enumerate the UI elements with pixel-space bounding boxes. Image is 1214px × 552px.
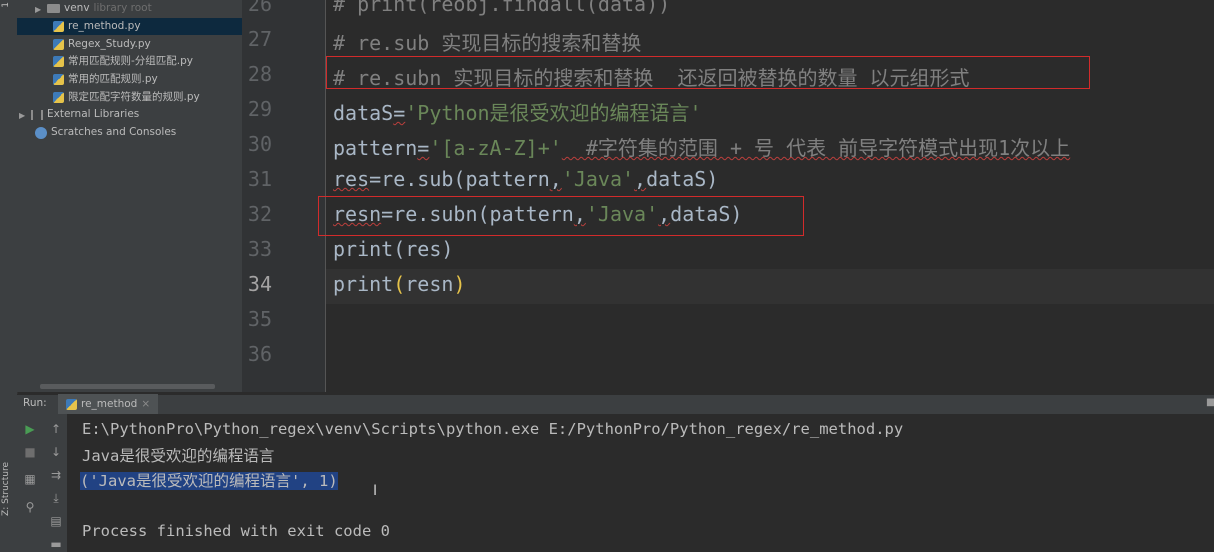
code-line-34: print(resn) bbox=[333, 272, 466, 296]
stop-icon[interactable]: ■ bbox=[23, 445, 37, 459]
code-line-27: # re.sub 实现目标的搜索和替换 bbox=[333, 31, 642, 55]
tree-item-external-libraries[interactable]: ▶ External Libraries bbox=[19, 106, 139, 123]
close-icon[interactable]: × bbox=[141, 398, 150, 410]
folder-icon bbox=[47, 4, 60, 13]
line-number: 30 bbox=[247, 132, 272, 156]
python-file-icon bbox=[53, 56, 64, 67]
line-number: 28 bbox=[247, 62, 272, 86]
editor-gutter bbox=[242, 0, 326, 392]
tree-item-quantity-rules[interactable]: 限定匹配字符数量的规则.py bbox=[53, 89, 200, 106]
python-file-icon bbox=[53, 21, 64, 32]
code-line-31: res=re.sub(pattern,'Java',dataS) bbox=[333, 167, 719, 191]
line-number: 32 bbox=[247, 202, 272, 226]
library-icon bbox=[31, 109, 43, 120]
console-exit-line: Process finished with exit code 0 bbox=[82, 522, 390, 540]
tree-item-scratches[interactable]: Scratches and Consoles bbox=[35, 124, 176, 141]
console-output-line-2: ('Java是很受欢迎的编程语言', 1) bbox=[80, 469, 338, 491]
python-file-icon bbox=[66, 398, 77, 410]
run-label: Run: bbox=[23, 397, 47, 409]
line-number: 27 bbox=[247, 27, 272, 51]
project-horizontal-scrollbar[interactable] bbox=[40, 384, 215, 389]
code-line-33: print(res) bbox=[333, 237, 454, 261]
pin-icon[interactable]: ⚲ bbox=[23, 500, 37, 514]
python-file-icon bbox=[53, 74, 64, 85]
tree-item-re-method[interactable]: re_method.py bbox=[17, 18, 242, 35]
tree-item-grouping[interactable]: 常用匹配规则-分组匹配.py bbox=[53, 53, 193, 70]
up-arrow-icon[interactable]: ↑ bbox=[49, 422, 63, 436]
line-number: 31 bbox=[247, 167, 272, 191]
expand-arrow-icon[interactable]: ▶ bbox=[19, 107, 31, 124]
line-number: 26 bbox=[247, 0, 272, 16]
annotation-box-subn-comment bbox=[326, 56, 1090, 89]
code-line-30: pattern='[a-zA-Z]+' #字符集的范围 + 号 代表 前导字符模… bbox=[333, 136, 1071, 160]
python-file-icon bbox=[53, 92, 64, 103]
run-toolbar: ▶ ↑ ■ ↓ ▦ ⇉ ⚲ ⤓ ▤ ▬ bbox=[17, 414, 68, 552]
line-number: 29 bbox=[247, 97, 272, 121]
line-number: 33 bbox=[247, 237, 272, 261]
trash-icon[interactable]: ▬ bbox=[49, 537, 63, 551]
print-icon[interactable]: ▤ bbox=[49, 514, 63, 528]
soft-wrap-icon[interactable]: ⇉ bbox=[49, 468, 63, 482]
python-file-icon bbox=[53, 39, 64, 50]
console-output-line-1: Java是很受欢迎的编程语言 bbox=[82, 447, 275, 465]
line-number: 35 bbox=[247, 307, 272, 331]
tree-item-common-rules[interactable]: 常用的匹配规则.py bbox=[53, 71, 158, 88]
down-arrow-icon[interactable]: ↓ bbox=[49, 445, 63, 459]
run-tab-re-method[interactable]: re_method × bbox=[58, 394, 159, 414]
run-panel-header bbox=[17, 394, 1214, 415]
scroll-to-end-icon[interactable]: ⤓ bbox=[49, 491, 63, 505]
text-cursor-icon: I bbox=[373, 483, 378, 499]
left-tool-strip: 1 Z: Structure bbox=[0, 0, 18, 552]
line-number: 36 bbox=[247, 342, 272, 366]
tree-item-venv[interactable]: ▶ venv library root bbox=[35, 0, 242, 17]
tree-item-regex-study[interactable]: Regex_Study.py bbox=[53, 36, 151, 53]
scratches-icon bbox=[35, 126, 47, 139]
expand-arrow-icon[interactable]: ▶ bbox=[35, 1, 47, 18]
layout-icon[interactable]: ▦ bbox=[23, 472, 37, 486]
code-line-26: # print(reobj.findall(data)) bbox=[333, 0, 671, 16]
project-panel: ▶ venv library root re_method.py Regex_Stu… bbox=[17, 0, 242, 392]
settings-icon[interactable]: ■ bbox=[1206, 397, 1214, 408]
code-line-29: dataS='Python是很受欢迎的编程语言' bbox=[333, 101, 702, 125]
line-number-current: 34 bbox=[247, 272, 272, 296]
selected-text: ('Java是很受欢迎的编程语言', 1) bbox=[80, 472, 338, 490]
annotation-box-subn-call bbox=[318, 196, 804, 236]
rerun-icon[interactable]: ▶ bbox=[23, 422, 37, 436]
console-command-line: E:\PythonPro\Python_regex\venv\Scripts\p… bbox=[82, 420, 904, 438]
project-tool-tab[interactable]: 1 bbox=[1, 2, 16, 8]
structure-tool-tab[interactable]: Z: Structure bbox=[1, 462, 16, 516]
